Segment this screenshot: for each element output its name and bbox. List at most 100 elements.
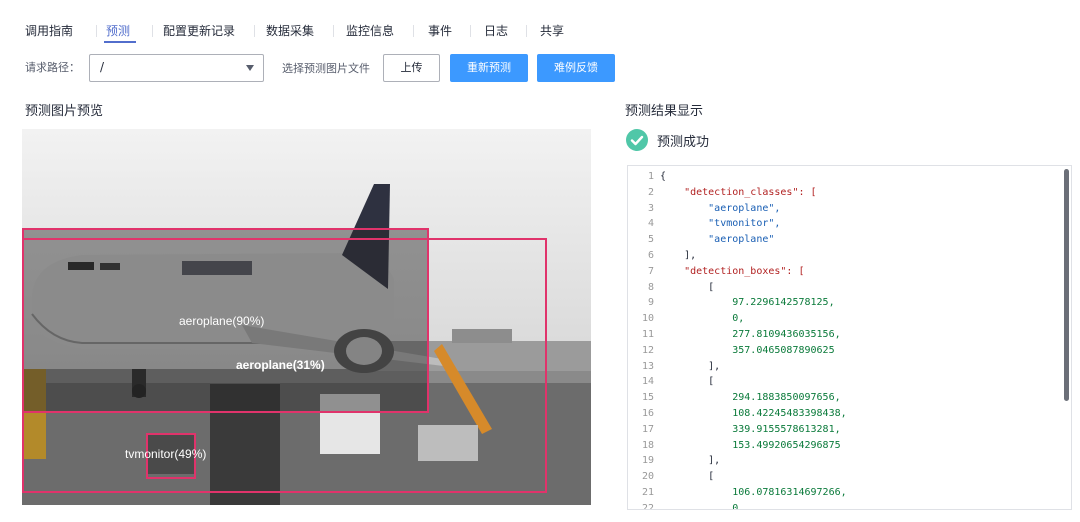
code-text: "aeroplane" xyxy=(660,234,775,246)
tab-separator xyxy=(333,25,334,37)
code-line: 18 153.49920654296875 xyxy=(628,438,1058,454)
line-number: 6 xyxy=(647,249,654,261)
line-number: 19 xyxy=(641,455,654,467)
tab-monitoring[interactable]: 监控信息 xyxy=(346,22,394,40)
code-text: ], xyxy=(660,455,721,467)
predict-toolbar: 请求路径： / 选择预测图片文件 上传 重新预测 难例反馈 xyxy=(0,52,1080,84)
line-number: 17 xyxy=(641,423,654,435)
code-line: 17 339.9155578613281, xyxy=(628,422,1058,438)
line-number: 18 xyxy=(641,439,654,451)
code-line: 3 "aeroplane", xyxy=(628,201,1058,217)
repredict-button[interactable]: 重新预测 xyxy=(450,54,528,82)
code-text: "tvmonitor", xyxy=(660,218,781,230)
code-line: 5 "aeroplane" xyxy=(628,232,1058,248)
code-text: ], xyxy=(660,249,697,261)
code-line: 14 [ xyxy=(628,374,1058,390)
line-number: 9 xyxy=(647,297,654,309)
code-line: 22 0, xyxy=(628,501,1058,510)
request-path-label: 请求路径： xyxy=(25,61,80,74)
choose-image-file-label: 选择预测图片文件 xyxy=(282,62,370,75)
prediction-image-preview: aeroplane(90%) aeroplane(31%) tvmonitor(… xyxy=(22,129,591,505)
code-line: 1{ xyxy=(628,169,1058,185)
line-number: 14 xyxy=(641,376,654,388)
result-section-title: 预测结果显示 xyxy=(625,104,704,119)
code-line: 15 294.1883850097656, xyxy=(628,390,1058,406)
prediction-status: 预测成功 xyxy=(657,135,710,150)
line-number: 7 xyxy=(647,265,654,277)
code-lines: 1{2 "detection_classes": [3 "aeroplane",… xyxy=(628,169,1058,510)
line-number: 12 xyxy=(641,344,654,356)
detection-label: aeroplane(31%) xyxy=(236,358,325,372)
code-text: 97.2296142578125, xyxy=(660,297,835,309)
line-number: 8 xyxy=(647,281,654,293)
tab-share[interactable]: 共享 xyxy=(540,22,564,40)
code-line: 8 [ xyxy=(628,280,1058,296)
line-number: 4 xyxy=(647,218,654,230)
code-text: 108.42245483398438, xyxy=(660,407,847,419)
code-text: 339.9155578613281, xyxy=(660,423,841,435)
code-text: "aeroplane", xyxy=(660,202,781,214)
tab-guide[interactable]: 调用指南 xyxy=(25,22,73,40)
tab-bar: 调用指南 预测 配置更新记录 数据采集 监控信息 事件 日志 共享 xyxy=(0,0,1080,44)
request-path-value: / xyxy=(100,60,105,74)
chevron-down-icon xyxy=(246,65,254,71)
line-number: 16 xyxy=(641,407,654,419)
hard-example-feedback-button[interactable]: 难例反馈 xyxy=(537,54,615,82)
preview-section-title: 预测图片预览 xyxy=(25,104,104,119)
tab-separator xyxy=(254,25,255,37)
check-circle-icon xyxy=(626,129,648,151)
line-number: 5 xyxy=(647,234,654,246)
code-line: 7 "detection_boxes": [ xyxy=(628,264,1058,280)
line-number: 11 xyxy=(641,328,654,340)
line-number: 15 xyxy=(641,392,654,404)
line-number: 21 xyxy=(641,486,654,498)
request-path-select[interactable]: / xyxy=(89,54,264,82)
result-code-viewer[interactable]: 1{2 "detection_classes": [3 "aeroplane",… xyxy=(627,165,1072,510)
code-line: 16 108.42245483398438, xyxy=(628,406,1058,422)
detection-label: tvmonitor(49%) xyxy=(125,447,207,461)
code-text: 0, xyxy=(660,313,745,325)
code-text: 294.1883850097656, xyxy=(660,392,841,404)
tab-separator xyxy=(152,25,153,37)
code-text: [ xyxy=(660,281,715,293)
tab-data-collection[interactable]: 数据采集 xyxy=(266,22,314,40)
code-text: ], xyxy=(660,360,721,372)
code-scrollbar[interactable] xyxy=(1064,169,1069,401)
code-line: 6 ], xyxy=(628,248,1058,264)
detection-label: aeroplane(90%) xyxy=(179,314,265,328)
code-line: 2 "detection_classes": [ xyxy=(628,185,1058,201)
code-text: 0, xyxy=(660,502,745,510)
code-text: "detection_classes": [ xyxy=(660,186,817,198)
code-line: 9 97.2296142578125, xyxy=(628,295,1058,311)
code-line: 13 ], xyxy=(628,359,1058,375)
code-text: 106.07816314697266, xyxy=(660,486,847,498)
code-text: 357.0465087890625 xyxy=(660,344,835,356)
line-number: 13 xyxy=(641,360,654,372)
code-text: "detection_boxes": [ xyxy=(660,265,805,277)
code-line: 10 0, xyxy=(628,311,1058,327)
upload-button[interactable]: 上传 xyxy=(383,54,440,82)
tab-predict[interactable]: 预测 xyxy=(106,22,130,40)
line-number: 2 xyxy=(647,186,654,198)
code-line: 11 277.8109436035156, xyxy=(628,327,1058,343)
tab-config-history[interactable]: 配置更新记录 xyxy=(163,22,235,40)
tab-events[interactable]: 事件 xyxy=(428,22,452,40)
tab-separator xyxy=(470,25,471,37)
line-number: 1 xyxy=(647,171,654,182)
active-tab-indicator xyxy=(104,41,136,43)
code-text: { xyxy=(660,171,667,182)
code-line: 20 [ xyxy=(628,469,1058,485)
code-text: [ xyxy=(660,471,715,483)
line-number: 3 xyxy=(647,202,654,214)
code-text: [ xyxy=(660,376,715,388)
line-number: 10 xyxy=(641,313,654,325)
code-text: 277.8109436035156, xyxy=(660,328,841,340)
code-line: 21 106.07816314697266, xyxy=(628,485,1058,501)
tab-logs[interactable]: 日志 xyxy=(484,22,508,40)
code-line: 19 ], xyxy=(628,453,1058,469)
tab-separator xyxy=(96,25,97,37)
line-number: 20 xyxy=(641,471,654,483)
tab-separator xyxy=(526,25,527,37)
code-line: 12 357.0465087890625 xyxy=(628,343,1058,359)
code-line: 4 "tvmonitor", xyxy=(628,216,1058,232)
